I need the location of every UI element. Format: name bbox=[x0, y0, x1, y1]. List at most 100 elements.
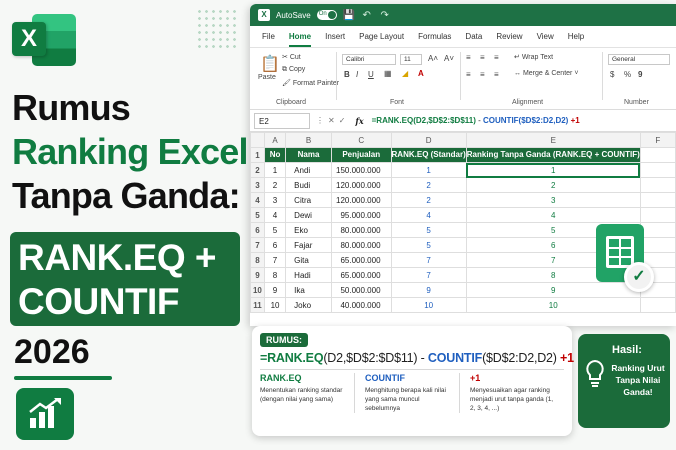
cell-nama[interactable]: Citra bbox=[285, 192, 332, 208]
cell-nama[interactable]: Budi bbox=[285, 177, 332, 193]
empty-cell[interactable] bbox=[639, 147, 676, 163]
empty-cell[interactable] bbox=[639, 177, 676, 193]
empty-cell[interactable] bbox=[639, 297, 676, 313]
cell-rank-standar[interactable]: 10 bbox=[390, 297, 467, 313]
cell-rank-standar[interactable]: 1 bbox=[390, 162, 467, 178]
cell-penjualan[interactable]: 95.000.000 bbox=[330, 207, 392, 223]
tab-data[interactable]: Data bbox=[465, 32, 482, 47]
cell-penjualan[interactable]: 80.000.000 bbox=[330, 237, 392, 253]
cell-rank-standar[interactable]: 7 bbox=[390, 252, 467, 268]
empty-cell[interactable] bbox=[639, 192, 676, 208]
undo-icon[interactable]: ↶ bbox=[361, 10, 373, 21]
cell-penjualan[interactable]: 50.000.000 bbox=[330, 282, 392, 298]
cell-rank-unique[interactable]: 3 bbox=[465, 192, 641, 208]
row-number[interactable]: 8 bbox=[250, 252, 265, 268]
wrap-text-button[interactable]: ↵ Wrap Text bbox=[514, 53, 553, 61]
cell-nama[interactable]: Hadi bbox=[285, 267, 332, 283]
paste-button[interactable]: Paste bbox=[258, 74, 276, 81]
cell-penjualan[interactable]: 40.000.000 bbox=[330, 297, 392, 313]
fill-color-icon[interactable]: ◢ bbox=[402, 69, 408, 78]
column-header[interactable]: F bbox=[639, 132, 676, 148]
row-number[interactable]: 1 bbox=[250, 147, 265, 163]
align-center-icon[interactable]: ≡ bbox=[480, 70, 485, 79]
bold-button[interactable]: B bbox=[344, 70, 350, 79]
cell-penjualan[interactable]: 120.000.000 bbox=[330, 192, 392, 208]
row-number[interactable]: 6 bbox=[250, 222, 265, 238]
cell-no[interactable]: 7 bbox=[263, 252, 287, 268]
cell-rank-unique[interactable]: 1 bbox=[465, 162, 641, 178]
tab-formulas[interactable]: Formulas bbox=[418, 32, 451, 47]
row-number[interactable]: 10 bbox=[250, 282, 265, 298]
formula-input[interactable]: =RANK.EQ(D2,$D$2:$D$11) - COUNTIF($D$2:D… bbox=[372, 116, 580, 125]
tab-review[interactable]: Review bbox=[496, 32, 522, 47]
cell-rank-standar[interactable]: 2 bbox=[390, 177, 467, 193]
align-left-icon[interactable]: ≡ bbox=[466, 70, 471, 79]
cell-no[interactable]: 1 bbox=[263, 162, 287, 178]
column-header[interactable]: A bbox=[263, 132, 287, 148]
cell-no[interactable]: 5 bbox=[263, 222, 287, 238]
cell-nama[interactable]: Joko bbox=[285, 297, 332, 313]
currency-icon[interactable]: $ bbox=[610, 70, 614, 79]
tab-home[interactable]: Home bbox=[288, 32, 312, 47]
cell-penjualan[interactable]: 65.000.000 bbox=[330, 267, 392, 283]
cell-nama[interactable]: Gita bbox=[285, 252, 332, 268]
cell-penjualan[interactable]: 120.000.000 bbox=[330, 177, 392, 193]
header-penjualan[interactable]: Penjualan bbox=[330, 147, 392, 163]
row-number[interactable]: 9 bbox=[250, 267, 265, 283]
empty-cell[interactable] bbox=[639, 207, 676, 223]
empty-cell[interactable] bbox=[639, 162, 676, 178]
row-number[interactable]: 5 bbox=[250, 207, 265, 223]
shrink-font-icon[interactable]: A˅ bbox=[444, 54, 454, 63]
tab-file[interactable]: File bbox=[262, 32, 275, 47]
cell-rank-unique[interactable]: 2 bbox=[465, 177, 641, 193]
cut-button[interactable]: ✂ Cut bbox=[282, 53, 301, 61]
name-box[interactable]: E2 bbox=[254, 112, 310, 129]
column-header[interactable]: D bbox=[390, 132, 467, 148]
align-top-icon[interactable]: ≡ bbox=[466, 53, 471, 62]
grow-font-icon[interactable]: A˄ bbox=[428, 54, 438, 63]
copy-button[interactable]: ⧉ Copy bbox=[282, 66, 305, 74]
font-color-icon[interactable]: A bbox=[418, 69, 424, 78]
underline-button[interactable]: U bbox=[368, 70, 374, 79]
row-number[interactable]: 11 bbox=[250, 297, 265, 313]
header-rank-unique[interactable]: Ranking Tanpa Ganda (RANK.EQ + COUNTIF) bbox=[465, 147, 641, 163]
column-header[interactable]: E bbox=[465, 132, 641, 148]
cell-nama[interactable]: Dewi bbox=[285, 207, 332, 223]
cell-rank-standar[interactable]: 7 bbox=[390, 267, 467, 283]
header-rank-standar[interactable]: RANK.EQ (Standar) bbox=[390, 147, 467, 163]
row-number[interactable]: 2 bbox=[250, 162, 265, 178]
cell-rank-standar[interactable]: 4 bbox=[390, 207, 467, 223]
font-name-select[interactable]: Calibri bbox=[342, 54, 396, 65]
cell-no[interactable]: 9 bbox=[263, 282, 287, 298]
italic-button[interactable]: I bbox=[356, 70, 358, 79]
row-number[interactable]: 4 bbox=[250, 192, 265, 208]
cell-penjualan[interactable]: 150.000.000 bbox=[330, 162, 392, 178]
tab-insert[interactable]: Insert bbox=[325, 32, 345, 47]
cell-nama[interactable]: Eko bbox=[285, 222, 332, 238]
corner-cell[interactable] bbox=[250, 132, 265, 148]
cell-nama[interactable]: Ika bbox=[285, 282, 332, 298]
format-painter-button[interactable]: 🖌 Format Painter bbox=[282, 79, 339, 87]
cell-rank-standar[interactable]: 9 bbox=[390, 282, 467, 298]
cell-nama[interactable]: Fajar bbox=[285, 237, 332, 253]
column-header[interactable]: B bbox=[285, 132, 332, 148]
cell-no[interactable]: 2 bbox=[263, 177, 287, 193]
cell-no[interactable]: 6 bbox=[263, 237, 287, 253]
cell-nama[interactable]: Andi bbox=[285, 162, 332, 178]
cell-rank-standar[interactable]: 5 bbox=[390, 222, 467, 238]
save-icon[interactable]: 💾 bbox=[343, 10, 355, 21]
header-nama[interactable]: Nama bbox=[285, 147, 332, 163]
row-number[interactable]: 7 bbox=[250, 237, 265, 253]
align-right-icon[interactable]: ≡ bbox=[494, 70, 499, 79]
tab-view[interactable]: View bbox=[537, 32, 554, 47]
cell-penjualan[interactable]: 80.000.000 bbox=[330, 222, 392, 238]
autosave-toggle[interactable]: On bbox=[316, 10, 337, 20]
cell-rank-standar[interactable]: 5 bbox=[390, 237, 467, 253]
cell-no[interactable]: 3 bbox=[263, 192, 287, 208]
tab-help[interactable]: Help bbox=[568, 32, 584, 47]
cell-no[interactable]: 8 bbox=[263, 267, 287, 283]
merge-center-button[interactable]: ↔ Merge & Center ˅ bbox=[514, 70, 578, 77]
font-size-select[interactable]: 11 bbox=[400, 54, 422, 65]
cell-rank-standar[interactable]: 2 bbox=[390, 192, 467, 208]
percent-icon[interactable]: % bbox=[624, 70, 631, 79]
